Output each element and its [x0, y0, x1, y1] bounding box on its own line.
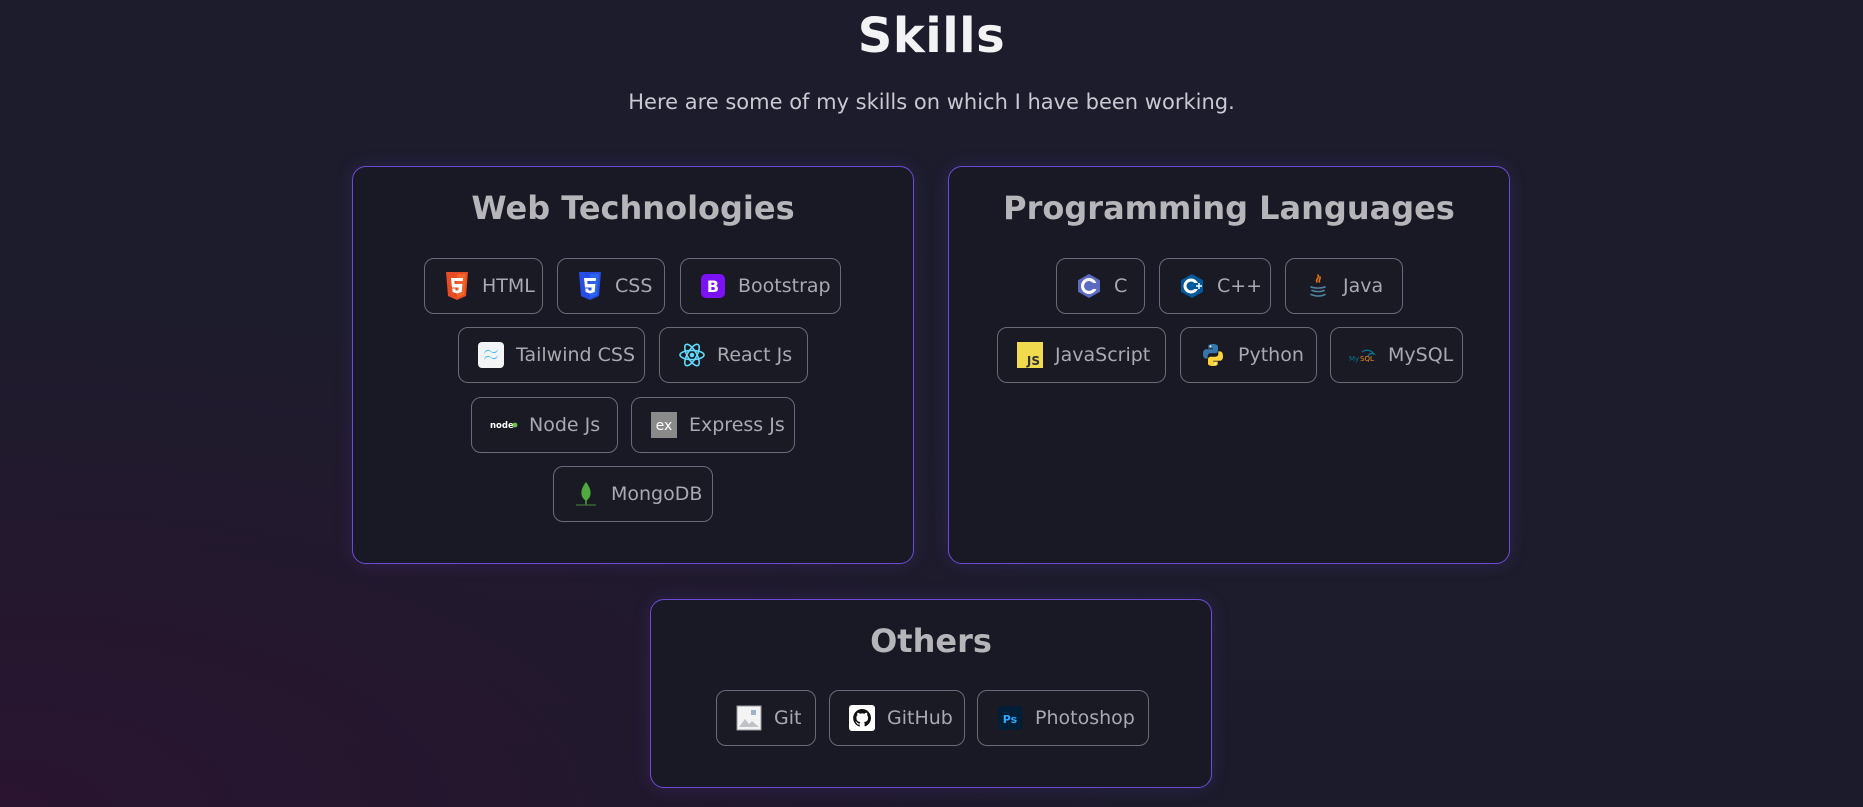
css3-icon	[576, 272, 604, 300]
skill-chip-css[interactable]: CSS	[557, 258, 665, 314]
cpp-icon	[1178, 272, 1206, 300]
skill-label: CSS	[615, 275, 653, 297]
svg-text:SQL: SQL	[1360, 355, 1374, 363]
nodejs-icon: node	[490, 411, 518, 439]
mongodb-icon	[572, 480, 600, 508]
skill-chip-c[interactable]: C	[1056, 258, 1145, 314]
skill-label: Node Js	[529, 414, 601, 436]
skill-label: React Js	[717, 344, 793, 366]
svg-text:Ps: Ps	[1003, 713, 1018, 726]
react-icon	[678, 341, 706, 369]
skill-chip-html[interactable]: HTML	[424, 258, 543, 314]
svg-text:JS: JS	[1026, 354, 1040, 368]
bootstrap-icon: B	[699, 272, 727, 300]
skill-chip-bootstrap[interactable]: B Bootstrap	[680, 258, 841, 314]
git-icon	[735, 704, 763, 732]
skill-chip-github[interactable]: GitHub	[829, 690, 965, 746]
skill-chip-express[interactable]: ex Express Js	[631, 397, 795, 453]
skill-label: C++	[1217, 275, 1263, 297]
skill-label: JavaScript	[1055, 344, 1151, 366]
web-technologies-card: Web Technologies HTML CSS B Bootstrap Ta…	[352, 166, 914, 564]
card-title: Others	[870, 622, 992, 660]
skill-label: Git	[774, 707, 802, 729]
page-title: Skills	[857, 8, 1006, 64]
skill-chip-tailwind[interactable]: Tailwind CSS	[458, 327, 645, 383]
skill-chip-python[interactable]: Python	[1180, 327, 1317, 383]
svg-text:B: B	[707, 277, 719, 296]
tailwind-icon	[477, 341, 505, 369]
others-card: Others Git GitHub Ps Photoshop	[650, 599, 1212, 788]
programming-languages-card: Programming Languages C C++ Java JS Java…	[948, 166, 1510, 564]
skill-label: Photoshop	[1035, 707, 1135, 729]
svg-text:node: node	[490, 421, 514, 431]
html5-icon	[443, 272, 471, 300]
skill-label: Express Js	[689, 414, 785, 436]
card-title: Programming Languages	[1003, 189, 1455, 227]
skill-chip-cpp[interactable]: C++	[1159, 258, 1271, 314]
skill-label: HTML	[482, 275, 535, 297]
skill-chip-mongodb[interactable]: MongoDB	[553, 466, 713, 522]
skill-label: GitHub	[887, 707, 953, 729]
skill-chip-java[interactable]: Java	[1285, 258, 1403, 314]
skill-label: Python	[1238, 344, 1304, 366]
skill-chip-nodejs[interactable]: node Node Js	[471, 397, 618, 453]
skill-label: Bootstrap	[738, 275, 831, 297]
svg-text:ex: ex	[656, 418, 673, 434]
python-icon	[1199, 341, 1227, 369]
javascript-icon: JS	[1016, 341, 1044, 369]
c-icon	[1075, 272, 1103, 300]
skill-chip-javascript[interactable]: JS JavaScript	[997, 327, 1166, 383]
skill-chip-mysql[interactable]: My SQL MySQL	[1330, 327, 1463, 383]
java-icon	[1304, 272, 1332, 300]
skill-label: Java	[1343, 275, 1384, 297]
express-icon: ex	[650, 411, 678, 439]
skill-label: C	[1114, 275, 1128, 297]
mysql-icon: My SQL	[1349, 341, 1377, 369]
skill-label: Tailwind CSS	[516, 344, 636, 366]
skill-chip-photoshop[interactable]: Ps Photoshop	[977, 690, 1149, 746]
skill-chip-git[interactable]: Git	[716, 690, 816, 746]
github-icon	[848, 704, 876, 732]
skill-chip-react[interactable]: React Js	[659, 327, 808, 383]
skill-label: MySQL	[1388, 344, 1454, 366]
page-subtitle: Here are some of my skills on which I ha…	[628, 90, 1235, 114]
svg-text:My: My	[1349, 355, 1359, 363]
photoshop-icon: Ps	[996, 704, 1024, 732]
skill-label: MongoDB	[611, 483, 703, 505]
card-title: Web Technologies	[471, 189, 795, 227]
